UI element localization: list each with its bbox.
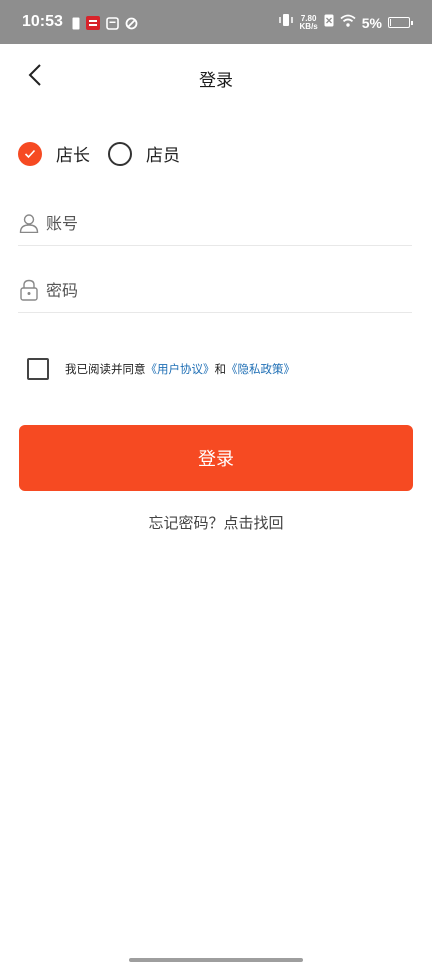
account-field (18, 201, 412, 246)
agreement-prefix: 我已阅读并同意 (65, 362, 146, 376)
role-selector: 店长 店员 (18, 141, 180, 166)
shop-icon (106, 15, 119, 34)
net-speed: 7.80 KB/s (299, 14, 318, 31)
net-speed-unit: KB/s (299, 21, 318, 31)
app-badge-icon (86, 15, 100, 34)
status-system-icons: 7.80 KB/s 5% (278, 13, 413, 32)
password-input[interactable] (44, 279, 388, 301)
page-title: 登录 (199, 71, 233, 91)
role-option-clerk[interactable]: 店员 (108, 141, 180, 166)
user-agreement-link[interactable]: 《用户协议》 (146, 362, 215, 376)
battery-percentage: 5% (361, 14, 382, 31)
agreement-conjunction: 和 (214, 362, 227, 376)
wifi-icon (340, 14, 356, 32)
agreement-checkbox[interactable] (27, 358, 49, 380)
no-sim-icon (324, 14, 334, 32)
password-field (18, 268, 412, 313)
agreement-text: 我已阅读并同意《用户协议》和《隐私政策》 (65, 361, 295, 377)
role-label-manager: 店长 (56, 146, 90, 166)
status-bar: 10:53 7.80 KB/s 5% (0, 0, 432, 44)
radio-unchecked-icon[interactable] (108, 141, 132, 166)
role-label-clerk: 店员 (146, 146, 180, 166)
status-notification-icons (72, 15, 138, 34)
agreement-row: 我已阅读并同意《用户协议》和《隐私政策》 (27, 358, 295, 380)
privacy-policy-link[interactable]: 《隐私政策》 (226, 362, 295, 376)
home-indicator[interactable] (129, 958, 303, 962)
vibrate-icon (278, 13, 294, 32)
account-input[interactable] (44, 212, 388, 234)
login-button[interactable]: 登录 (19, 425, 413, 491)
user-icon (18, 212, 40, 234)
sync-icon (125, 15, 138, 34)
sim-icon (72, 15, 80, 34)
status-time: 10:53 (22, 13, 63, 30)
forgot-password-link[interactable]: 忘记密码？点击找回 (0, 512, 432, 533)
battery-level (390, 19, 391, 26)
radio-checked-icon[interactable] (18, 141, 42, 166)
battery-icon (388, 17, 413, 28)
lock-icon (18, 279, 40, 301)
role-option-manager[interactable]: 店长 (18, 141, 90, 166)
